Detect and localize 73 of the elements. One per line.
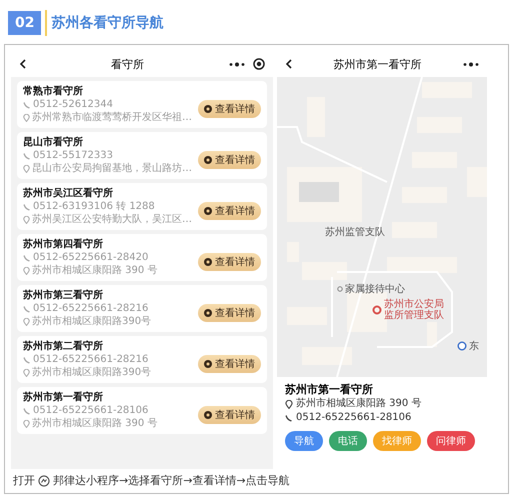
location-pin-icon	[372, 305, 382, 315]
view-details-button[interactable]: 查看详情	[198, 100, 261, 118]
view-details-button[interactable]: 查看详情	[198, 355, 261, 373]
facility-card[interactable]: 常熟市看守所 0512-52612344 苏州常熟市临渡莺莺桥开发区华祖… 查看详情	[17, 81, 267, 128]
phone-icon	[23, 152, 31, 160]
phone-icon	[23, 202, 31, 210]
map-label: 苏州监管支队	[325, 226, 385, 239]
facility-card[interactable]: 昆山市看守所 0512-55172333 昆山市公安局拘留基地，景山路坊… 查看详情	[17, 132, 267, 179]
phone-icon	[23, 356, 31, 364]
section-title: 苏州各看守所导航	[51, 14, 164, 32]
section-number: 02	[8, 11, 42, 35]
view-details-button[interactable]: 查看详情	[198, 202, 261, 220]
facility-name: 苏州市第三看守所	[23, 289, 104, 302]
action-button[interactable]: 问律师	[427, 431, 475, 451]
poi-circle-icon	[457, 341, 467, 351]
facility-name: 苏州市第一看守所	[285, 382, 374, 397]
phone-icon	[23, 100, 31, 108]
phone-icon	[23, 406, 31, 414]
location-icon	[23, 318, 30, 326]
more-icon[interactable]	[463, 62, 479, 66]
location-icon	[23, 266, 30, 274]
phone-number: 0512-65225661-28420	[33, 251, 148, 264]
view-details-button[interactable]: 查看详情	[198, 151, 261, 169]
view-details-button[interactable]: 查看详情	[198, 253, 261, 271]
address-text: 苏州市相城区康阳路390号	[32, 366, 152, 379]
facility-card[interactable]: 苏州市吴江区看守所 0512-63193106 转 1288 苏州吴江区公安特勤大队，吴江区… 查看详情	[17, 183, 267, 230]
view-details-button[interactable]: 查看详情	[198, 304, 261, 322]
location-icon	[23, 420, 30, 428]
facility-name: 苏州市第四看守所	[23, 238, 104, 251]
address-text: 苏州市相城区康阳路390号	[32, 315, 152, 328]
phone-number: 0512-55172333	[33, 149, 113, 162]
location-icon	[23, 216, 30, 224]
address-text: 苏州常熟市临渡莺莺桥开发区华祖…	[32, 111, 192, 124]
back-button[interactable]	[19, 59, 26, 69]
facility-card[interactable]: 苏州市第二看守所 0512-65225661-28216 苏州市相城区康阳路390号 查看详情	[17, 336, 267, 383]
facility-name: 常熟市看守所	[23, 85, 84, 98]
screen-title: 苏州市第一看守所	[332, 56, 422, 72]
view-details-button[interactable]: 查看详情	[198, 406, 261, 424]
address-text: 昆山市公安局拘留基地，景山路坊…	[32, 162, 192, 175]
phone-number: 0512-63193106 转 1288	[33, 200, 155, 213]
address-text: 苏州市相城区康阳路 390 号	[32, 264, 158, 277]
facility-card[interactable]: 苏州市第三看守所 0512-65225661-28216 苏州市相城区康阳路390号 查看详情	[17, 285, 267, 332]
map-label: 苏州市公安局监所管理支队	[384, 299, 445, 321]
phone-number: 0512-65225661-28216	[33, 353, 148, 366]
poi-dot-icon	[337, 286, 343, 292]
phone-number: 0512-52612344	[33, 98, 113, 111]
address-text: 苏州市相城区康阳路 390 号	[32, 417, 158, 430]
caption-text: 邦律达小程序→选择看守所→查看详情→点击导航	[53, 473, 290, 488]
facility-name: 昆山市看守所	[23, 136, 84, 149]
location-icon	[285, 400, 293, 408]
facility-name: 苏州市第一看守所	[23, 391, 104, 404]
caption-text: 打开	[13, 473, 35, 488]
phone-number: 0512-65225661-28106	[33, 404, 148, 417]
map-label: 东	[469, 340, 480, 353]
location-icon	[23, 368, 30, 376]
app-logo-icon	[38, 474, 50, 486]
phone-icon	[285, 414, 293, 422]
phone-number: 0512-65225661-28216	[33, 302, 148, 315]
facility-name: 苏州市第二看守所	[23, 340, 104, 353]
location-icon	[23, 164, 30, 172]
back-button[interactable]	[285, 59, 292, 69]
address-text: 苏州市相城区康阳路 390 号	[296, 397, 422, 411]
facility-card[interactable]: 苏州市第四看守所 0512-65225661-28420 苏州市相城区康阳路 390 号 查看详情	[17, 234, 267, 281]
location-icon	[23, 114, 30, 122]
phone-icon	[23, 254, 31, 262]
screen-title: 看守所	[110, 56, 145, 72]
map-label: 家属接待中心	[345, 282, 405, 296]
phone-number: 0512-65225661-28106	[296, 411, 412, 425]
facility-name: 苏州市吴江区看守所	[23, 187, 114, 200]
more-icon[interactable]	[229, 62, 245, 66]
facility-card[interactable]: 苏州市第一看守所 0512-65225661-28106 苏州市相城区康阳路 390 号 查看详情	[17, 387, 267, 434]
address-text: 苏州吴江区公安特勤大队，吴江区…	[32, 213, 192, 226]
phone-icon	[23, 304, 31, 312]
